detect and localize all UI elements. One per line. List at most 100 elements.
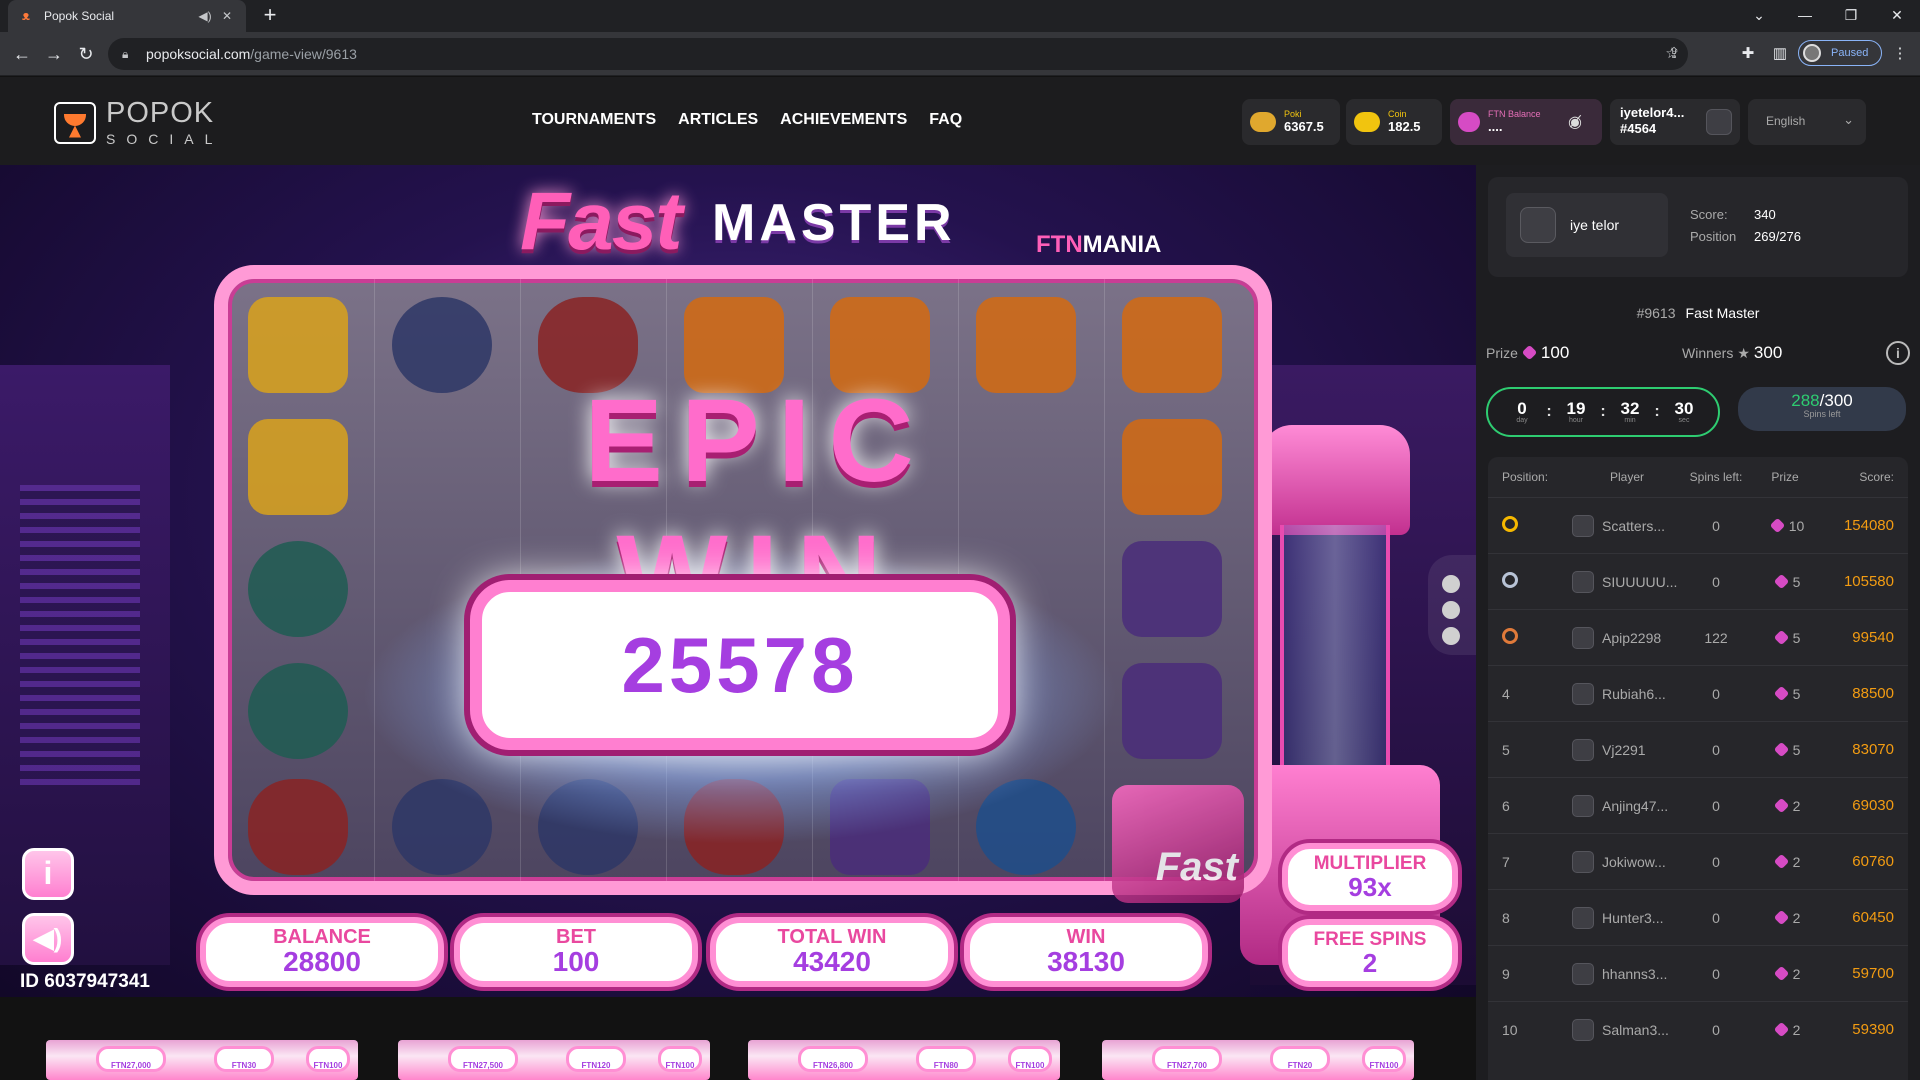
reel-divider: [1104, 279, 1105, 881]
pager-dot[interactable]: [1442, 627, 1460, 645]
address-bar[interactable]: 🔒︎ popoksocial.com/game-view/9613 ⇪ ☆: [108, 38, 1688, 70]
row-spins-left: 0: [1712, 965, 1720, 982]
poki-balance[interactable]: Poki 6367.5: [1242, 99, 1340, 145]
row-prize-value: 2: [1792, 909, 1801, 926]
game-canvas[interactable]: Fast MASTER FTNMANIA EPIC WIN 25578 Fast: [0, 165, 1476, 997]
coin-balance[interactable]: Coin 182.5: [1346, 99, 1442, 145]
popok-logo[interactable]: POPOK SOCIAL: [54, 99, 223, 146]
row-prize-value: 5: [1792, 741, 1801, 758]
language-select[interactable]: English ⌄: [1748, 99, 1866, 145]
pager-dot[interactable]: [1442, 601, 1460, 619]
extensions-icon[interactable]: ✚: [1738, 44, 1758, 64]
user-avatar-icon: [1706, 109, 1732, 135]
row-player: SIUUUUU...: [1572, 570, 1682, 593]
ftn-mania-logo: FTNMANIA: [1036, 231, 1161, 259]
url-host: popoksocial.com: [146, 46, 251, 62]
ftn-gem-icon: [1773, 573, 1789, 589]
restore-button[interactable]: ❐: [1828, 0, 1874, 32]
info-circle-icon[interactable]: i: [1886, 341, 1910, 365]
gold-gem-symbol: [248, 297, 348, 393]
thumbnail-bet: FTN100: [1362, 1046, 1406, 1072]
ftn-value: ....: [1488, 118, 1503, 134]
row-player: hhanns3...: [1572, 962, 1682, 985]
pager-dot[interactable]: [1442, 575, 1460, 593]
bookmark-star-icon[interactable]: ☆: [1662, 44, 1682, 62]
row-score: 60760: [1852, 853, 1894, 870]
tab-search-icon[interactable]: ⌄: [1736, 0, 1782, 32]
timer-separator: :: [1600, 403, 1606, 420]
nav-faq[interactable]: FAQ: [929, 111, 962, 129]
close-tab-icon[interactable]: ✕: [218, 9, 236, 23]
row-spins-left: 0: [1712, 797, 1720, 814]
leaderboard-rows: Scatters... 0 10 154080 SIUUUUU... 0 5 105580 Ap…: [1488, 497, 1908, 1057]
row-score: 59700: [1852, 965, 1894, 982]
user-chip[interactable]: iyetelor4... #4564: [1610, 99, 1740, 145]
thumbnail-strip: FTN27,000 FTN30 FTN100 FTN27,500 FTN120 FTN10…: [0, 997, 1476, 1080]
leaderboard-row[interactable]: 10 Salman3... 0 2 59390: [1488, 1001, 1908, 1057]
nav-articles[interactable]: ARTICLES: [678, 111, 758, 129]
leaderboard-row[interactable]: SIUUUUU... 0 5 105580: [1488, 553, 1908, 609]
reel-divider: [374, 279, 375, 881]
leaderboard-row[interactable]: 7 Jokiwow... 0 2 60760: [1488, 833, 1908, 889]
menu-kebab-icon[interactable]: ⋮: [1890, 44, 1910, 64]
leaderboard-row[interactable]: 4 Rubiah6... 0 5 88500: [1488, 665, 1908, 721]
row-player: Anjing47...: [1572, 794, 1682, 817]
tournament-id: #9613: [1636, 305, 1676, 321]
new-tab-button[interactable]: +: [258, 4, 282, 28]
back-icon[interactable]: ←: [10, 42, 34, 66]
ftn-gem-icon: [1773, 853, 1789, 869]
speaker-icon[interactable]: ◀): [196, 9, 214, 23]
leaderboard-row[interactable]: 5 Vj2291 0 5 83070: [1488, 721, 1908, 777]
nav-tournaments[interactable]: TOURNAMENTS: [532, 111, 656, 129]
tab-title: Popok Social: [44, 9, 115, 23]
row-prize: 2: [1750, 797, 1820, 814]
bet-label: BET: [556, 926, 596, 948]
thumbnail-bet: FTN100: [658, 1046, 702, 1072]
popok-logo-icon: [54, 101, 96, 144]
row-position: 8: [1502, 909, 1510, 926]
thumbnail-balance: FTN27,500: [448, 1046, 518, 1072]
multiplier-display: MULTIPLIER 93x: [1282, 843, 1458, 911]
side-panel-icon[interactable]: ▥: [1770, 44, 1790, 64]
leaderboard-row[interactable]: Apip2298 122 5 99540: [1488, 609, 1908, 665]
leaderboard-row[interactable]: 6 Anjing47... 0 2 69030: [1488, 777, 1908, 833]
player-card: iye telor Score: 340 Position 269/276: [1488, 177, 1908, 277]
row-player: Hunter3...: [1572, 906, 1682, 929]
col-position: Position:: [1502, 470, 1549, 484]
game-thumbnail[interactable]: FTN26,800 FTN80 FTN100: [748, 1040, 1060, 1080]
rank-medal-icon: [1502, 628, 1518, 644]
ftn-balance[interactable]: FTN Balance .... ◉̸: [1450, 99, 1602, 145]
reload-icon[interactable]: ↻: [74, 42, 98, 66]
game-thumbnail[interactable]: FTN27,500 FTN120 FTN100: [398, 1040, 710, 1080]
close-window-button[interactable]: ✕: [1874, 0, 1920, 32]
row-player: Vj2291: [1572, 738, 1682, 761]
coin-label: Coin: [1388, 108, 1407, 119]
row-score: 154080: [1843, 517, 1894, 534]
row-score: 105580: [1843, 573, 1894, 590]
game-thumbnail[interactable]: FTN27,000 FTN30 FTN100: [46, 1040, 358, 1080]
row-prize: 5: [1750, 629, 1820, 646]
forward-icon[interactable]: →: [42, 42, 66, 66]
profile-button[interactable]: Paused: [1798, 40, 1882, 66]
winners-label: Winners: [1682, 345, 1734, 361]
row-position: 10: [1502, 1021, 1518, 1038]
thumbnail-balance: FTN27,700: [1152, 1046, 1222, 1072]
bet-display[interactable]: BET 100: [454, 917, 698, 987]
hide-eye-icon[interactable]: ◉̸: [1568, 112, 1582, 132]
fast-spin-button[interactable]: Fast: [1112, 785, 1244, 903]
minimize-button[interactable]: —: [1782, 0, 1828, 32]
game-thumbnail[interactable]: FTN27,700 FTN20 FTN100: [1102, 1040, 1414, 1080]
leaderboard-row[interactable]: 9 hhanns3... 0 2 59700: [1488, 945, 1908, 1001]
score-value: 340: [1754, 207, 1776, 222]
thumbnail-last-win: FTN20: [1270, 1046, 1330, 1072]
leaderboard-row[interactable]: Scatters... 0 10 154080: [1488, 497, 1908, 553]
leaderboard-row[interactable]: 8 Hunter3... 0 2 60450: [1488, 889, 1908, 945]
row-player-name: Salman3...: [1602, 1021, 1669, 1038]
browser-tab[interactable]: ᴥ Popok Social ◀) ✕: [8, 0, 246, 32]
ftn-gem-icon: [1521, 344, 1538, 361]
timer-seconds-unit: sec: [1678, 417, 1690, 424]
sound-button[interactable]: ◀): [22, 913, 74, 965]
player-avatar-icon: [1572, 738, 1594, 761]
nav-achievements[interactable]: ACHIEVEMENTS: [780, 111, 907, 129]
info-button[interactable]: i: [22, 848, 74, 900]
